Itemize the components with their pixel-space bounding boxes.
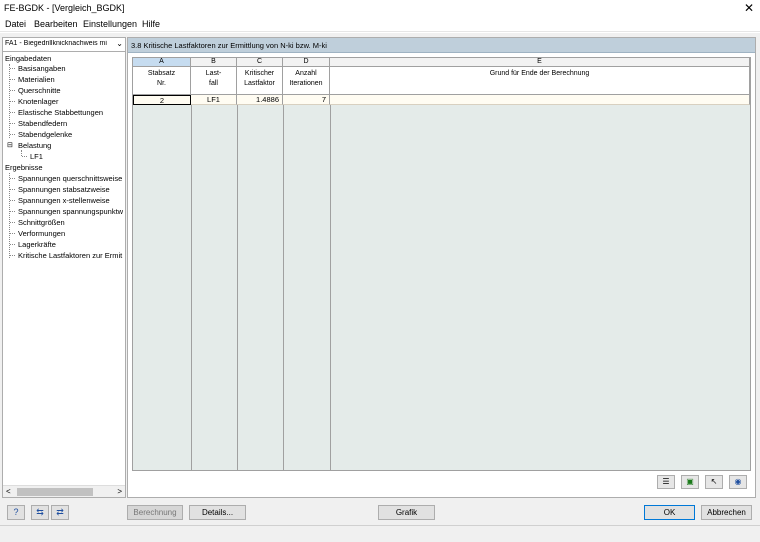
table-cell-lastfaktor[interactable]: 1.4886 (237, 95, 283, 105)
header-lastfall: Last- fall (191, 67, 237, 95)
close-icon[interactable]: ✕ (744, 1, 754, 15)
menu-hilfe[interactable]: Hilfe (142, 19, 160, 29)
table-cell-iterationen[interactable]: 7 (283, 95, 330, 105)
table-cell-stabsatz[interactable]: 2 (133, 95, 191, 105)
menu-datei[interactable]: Datei (5, 19, 26, 29)
ok-button[interactable]: OK (644, 505, 695, 520)
tree-item-spannungen-xstelle[interactable]: Spannungen x-stellenweise (18, 196, 110, 205)
panel-title: 3.8 Kritische Lastfaktoren zur Ermittlun… (131, 41, 327, 50)
tree-group-input[interactable]: Eingabedaten (5, 54, 51, 63)
case-selector[interactable]: FA1 - Biegedrillknicknachweis mi ⌄ (3, 38, 125, 52)
tree-item-belastung[interactable]: Belastung (18, 141, 51, 150)
table-toolbar: ☰ ▣ ↖ ◉ (132, 473, 751, 493)
tree-item-stabendfedern[interactable]: Stabendfedern (18, 119, 67, 128)
table-cell-lastfall[interactable]: LF1 (191, 95, 237, 105)
tree-item-spannungen-querschnitt[interactable]: Spannungen querschnittsweise (18, 174, 122, 183)
window-title: FE-BGDK - [Vergleich_BGDK] (4, 3, 125, 13)
view-eye-icon[interactable]: ◉ (729, 475, 747, 489)
column-divider (330, 105, 331, 471)
results-table: A B C D E Stabsatz Nr. Last- fall Kritis… (132, 57, 751, 471)
select-pointer-icon[interactable]: ↖ (705, 475, 723, 489)
collapse-icon[interactable]: ⊟ (7, 141, 13, 149)
case-selector-value: FA1 - Biegedrillknicknachweis mi (5, 40, 107, 47)
grafik-button[interactable]: Grafik (378, 505, 435, 520)
client-area: FA1 - Biegedrillknicknachweis mi ⌄ Einga… (0, 33, 760, 542)
panel-header: 3.8 Kritische Lastfaktoren zur Ermittlun… (128, 38, 755, 53)
scroll-left-icon[interactable]: < (6, 487, 11, 496)
column-header-b[interactable]: B (191, 58, 237, 67)
tree-item-knotenlager[interactable]: Knotenlager (18, 97, 58, 106)
tree-item-querschnitte[interactable]: Querschnitte (18, 86, 61, 95)
table-settings-icon[interactable]: ☰ (657, 475, 675, 489)
menu-einstellungen[interactable]: Einstellungen (83, 19, 137, 29)
column-header-d[interactable]: D (283, 58, 330, 67)
tree-group-results[interactable]: Ergebnisse (5, 163, 43, 172)
help-icon[interactable]: ? (7, 505, 25, 520)
column-header-c[interactable]: C (237, 58, 283, 67)
tree-item-kritische-lastfaktoren[interactable]: Kritische Lastfaktoren zur Ermit (18, 251, 122, 260)
import-icon[interactable]: ⇄ (51, 505, 69, 520)
column-divider (237, 105, 238, 471)
column-header-e[interactable]: E (330, 58, 750, 67)
tree-item-lagerkraefte[interactable]: Lagerkräfte (18, 240, 56, 249)
column-divider (283, 105, 284, 471)
berechnung-button[interactable]: Berechnung (127, 505, 183, 520)
scrollbar-thumb[interactable] (17, 488, 93, 496)
column-divider (191, 105, 192, 471)
chevron-down-icon[interactable]: ⌄ (116, 39, 123, 48)
header-lastfaktor: Kritischer Lastfaktor (237, 67, 283, 95)
export-icon[interactable]: ⇆ (31, 505, 49, 520)
header-grund: Grund für Ende der Berechnung (330, 67, 750, 95)
tree-item-lf1[interactable]: LF1 (30, 152, 43, 161)
scroll-right-icon[interactable]: > (117, 487, 122, 496)
tree-item-verformungen[interactable]: Verformungen (18, 229, 65, 238)
menu-bearbeiten[interactable]: Bearbeiten (34, 19, 78, 29)
tree-item-stabbettungen[interactable]: Elastische Stabbettungen (18, 108, 103, 117)
tree-item-materialien[interactable]: Materialien (18, 75, 55, 84)
abbrechen-button[interactable]: Abbrechen (701, 505, 752, 520)
navigator-panel: FA1 - Biegedrillknicknachweis mi ⌄ Einga… (2, 37, 126, 498)
details-button[interactable]: Details... (189, 505, 246, 520)
results-panel: 3.8 Kritische Lastfaktoren zur Ermittlun… (127, 37, 756, 498)
tree-item-spannungen-stabsatz[interactable]: Spannungen stabsatzweise (18, 185, 110, 194)
table-cell-grund[interactable] (330, 95, 750, 105)
navigator-tree: Eingabedaten Basisangaben Materialien Qu… (3, 54, 125, 480)
title-bar: FE-BGDK - [Vergleich_BGDK] ✕ (0, 0, 760, 16)
menu-bar: Datei Bearbeiten Einstellungen Hilfe (0, 16, 760, 32)
tree-item-schnittgroessen[interactable]: Schnittgrößen (18, 218, 65, 227)
export-excel-icon[interactable]: ▣ (681, 475, 699, 489)
horizontal-scrollbar[interactable]: < > (3, 485, 125, 497)
tree-item-spannungen-punkt[interactable]: Spannungen spannungspunktw (18, 207, 123, 216)
tree-item-stabendgelenke[interactable]: Stabendgelenke (18, 130, 72, 139)
tree-item-basisangaben[interactable]: Basisangaben (18, 64, 66, 73)
column-header-a[interactable]: A (133, 58, 191, 67)
header-stabsatz: Stabsatz Nr. (133, 67, 191, 95)
header-iterationen: Anzahl Iterationen (283, 67, 330, 95)
status-bar (0, 525, 760, 542)
